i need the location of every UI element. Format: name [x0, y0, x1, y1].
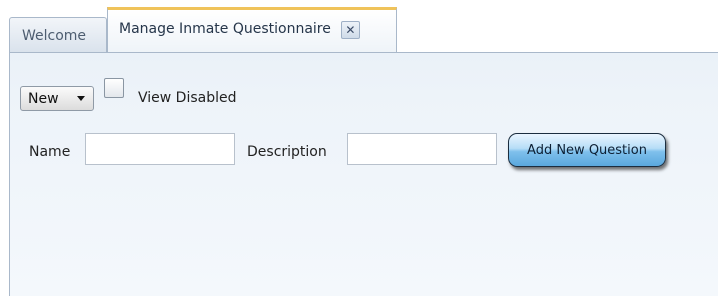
- tab-active-label: Manage Inmate Questionnaire: [119, 21, 331, 37]
- close-icon[interactable]: ✕: [340, 21, 360, 39]
- chevron-down-icon: [77, 96, 85, 101]
- name-input[interactable]: [85, 133, 235, 165]
- view-disabled-checkbox[interactable]: [104, 78, 124, 98]
- content-panel: New View Disabled Name Description Add N…: [9, 52, 718, 296]
- tab-welcome-label: Welcome: [22, 27, 87, 44]
- description-label: Description: [247, 144, 327, 160]
- name-label: Name: [29, 144, 71, 160]
- view-disabled-label: View Disabled: [138, 90, 237, 106]
- tab-manage-inmate-questionnaire[interactable]: Manage Inmate Questionnaire ✕: [107, 7, 397, 54]
- add-new-question-button[interactable]: Add New Question: [508, 133, 666, 167]
- description-input[interactable]: [347, 133, 497, 165]
- type-select[interactable]: New: [20, 86, 94, 111]
- tab-welcome[interactable]: Welcome: [9, 17, 107, 53]
- app-window: Welcome Manage Inmate Questionnaire ✕ Ne…: [0, 0, 718, 296]
- tab-strip: Welcome Manage Inmate Questionnaire ✕: [0, 0, 718, 54]
- type-select-value: New: [28, 90, 59, 107]
